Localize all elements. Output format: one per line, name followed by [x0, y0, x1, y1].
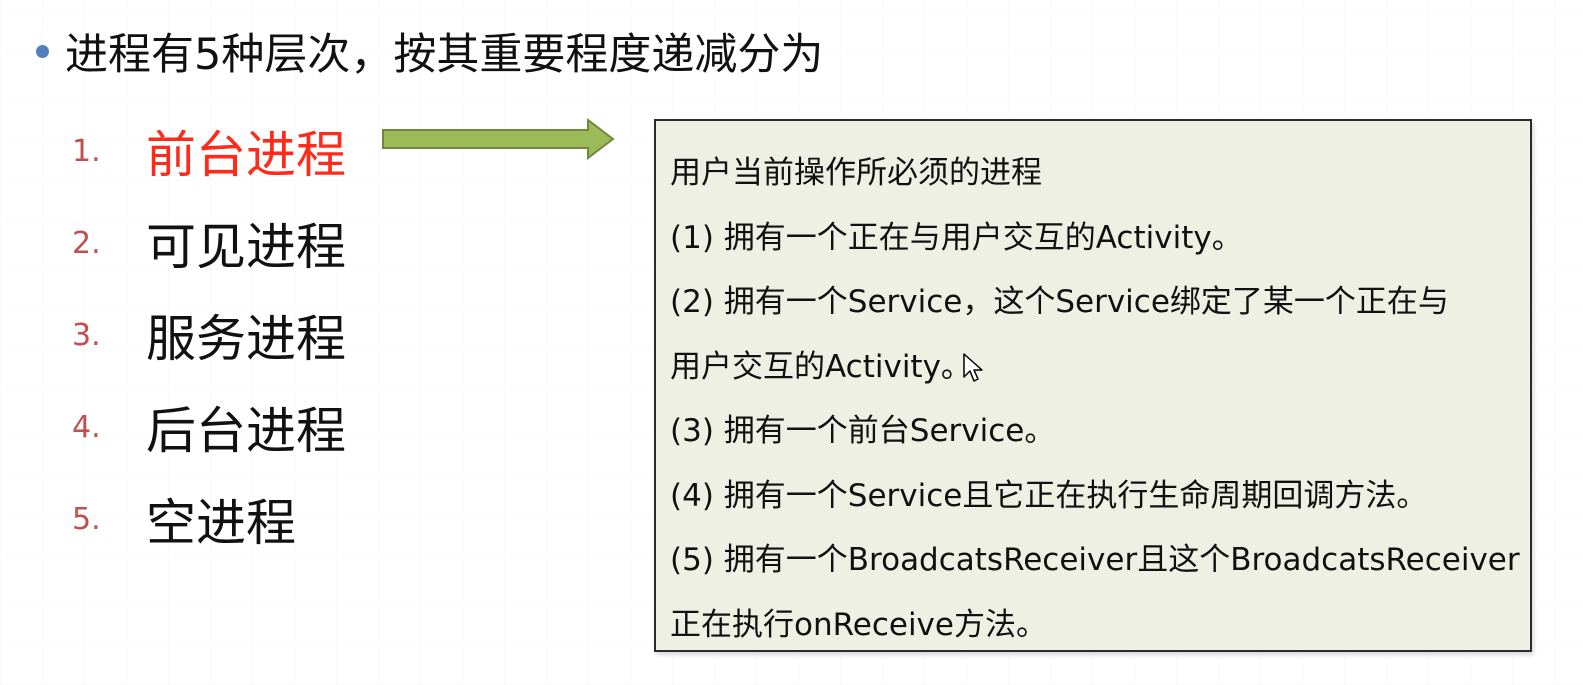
list-item: 3. 服务进程	[72, 289, 346, 381]
process-name-visible: 可见进程	[146, 218, 346, 276]
slide-headline: 进程有5种层次，按其重要程度递减分为	[36, 20, 823, 82]
process-list: 1. 前台进程 2. 可见进程 3. 服务进程 4. 后台进程 5. 空进程	[72, 105, 346, 565]
process-name-empty: 空进程	[146, 494, 296, 552]
list-number: 5.	[72, 501, 101, 537]
process-name-service: 服务进程	[146, 310, 346, 368]
list-number: 3.	[72, 317, 101, 353]
list-number: 4.	[72, 409, 101, 445]
description-box: 用户当前操作所必须的进程 (1) 拥有一个正在与用户交互的Activity。 (…	[654, 119, 1532, 652]
mouse-cursor-icon	[963, 353, 983, 382]
description-line: (2) 拥有一个Service，这个Service绑定了某一个正在与	[670, 284, 1449, 320]
description-line: (3) 拥有一个前台Service。	[670, 413, 1056, 449]
bullet-icon	[36, 44, 49, 58]
description-line: (4) 拥有一个Service且它正在执行生命周期回调方法。	[670, 477, 1428, 514]
list-item: 4. 后台进程	[72, 381, 346, 473]
description-line: 用户交互的Activity。	[670, 348, 972, 385]
list-number: 2.	[72, 225, 101, 261]
list-item: 2. 可见进程	[72, 197, 346, 289]
list-item: 1. 前台进程	[72, 105, 346, 197]
description-line: (5) 拥有一个BroadcatsReceiver且这个BroadcatsRec…	[670, 542, 1520, 578]
description-line: 正在执行onReceive方法。	[670, 606, 1047, 643]
process-name-background: 后台进程	[146, 402, 346, 460]
description-line: 用户当前操作所必须的进程	[670, 155, 1042, 191]
right-arrow-icon	[382, 118, 615, 160]
description-line: (1) 拥有一个正在与用户交互的Activity。	[670, 219, 1243, 256]
process-name-foreground: 前台进程	[146, 126, 346, 184]
list-number: 1.	[72, 133, 101, 169]
list-item: 5. 空进程	[72, 473, 346, 565]
headline-text: 进程有5种层次，按其重要程度递减分为	[65, 30, 824, 80]
